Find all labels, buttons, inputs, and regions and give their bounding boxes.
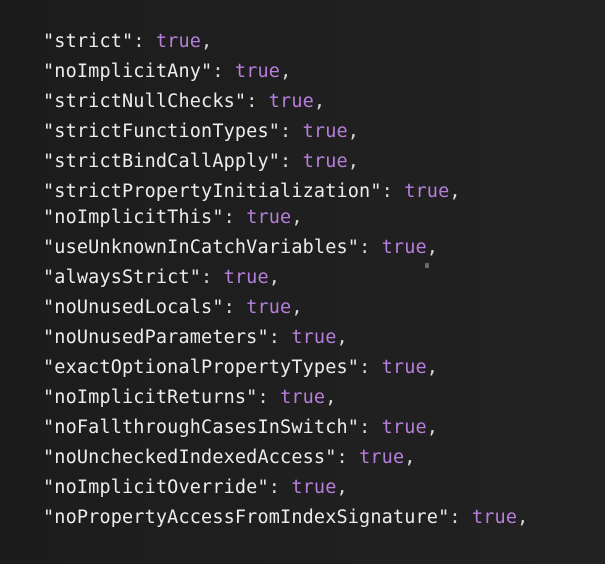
boolean-value: true [404, 181, 450, 202]
boolean-value: true [246, 297, 292, 318]
colon-separator: : [212, 61, 235, 82]
colon-separator: : [359, 357, 382, 378]
json-key: "noUnusedParameters" [43, 327, 269, 348]
boolean-value: true [381, 237, 427, 258]
comma: , [347, 121, 360, 142]
code-line[interactable]: "useUnknownInCatchVariables": true, [43, 233, 528, 263]
comma: , [336, 477, 348, 498]
json-key: "exactOptionalPropertyTypes" [43, 357, 360, 378]
json-key: "noImplicitOverride" [43, 477, 269, 498]
boolean-value: true [268, 91, 314, 112]
comma: , [426, 417, 439, 438]
colon-separator: : [280, 151, 303, 172]
code-line[interactable]: "noUncheckedIndexedAccess": true, [43, 443, 528, 473]
boolean-value: true [291, 327, 337, 348]
code-editor-view[interactable]: "strict": true, "noImplicitAny": true, "st… [0, 0, 605, 564]
comma: , [517, 507, 529, 528]
comma: , [426, 237, 439, 258]
comma: , [201, 31, 213, 52]
boolean-value: true [155, 31, 202, 52]
code-lines: "strict": true, "noImplicitAny": true, "st… [43, 27, 528, 533]
boolean-value: true [234, 61, 281, 82]
json-key: "strictBindCallApply" [43, 151, 281, 172]
comma: , [426, 357, 439, 378]
comma: , [404, 447, 416, 468]
json-key: "noUncheckedIndexedAccess" [43, 447, 337, 468]
boolean-value: true [471, 507, 518, 528]
mouse-cursor-icon [425, 263, 429, 268]
code-line[interactable]: "noImplicitOverride": true, [43, 473, 528, 503]
json-key: "noImplicitThis" [43, 207, 224, 228]
json-key: "noPropertyAccessFromIndexSignature" [43, 507, 450, 528]
comma: , [268, 267, 281, 288]
comma: , [313, 91, 326, 112]
code-line[interactable]: "noImplicitAny": true, [43, 57, 528, 87]
comma: , [336, 327, 348, 348]
colon-separator: : [268, 477, 292, 498]
boolean-value: true [246, 207, 292, 228]
json-key: "strictPropertyInitialization" [43, 181, 382, 202]
code-line[interactable]: "noFallthroughCasesInSwitch": true, [43, 413, 528, 443]
colon-separator: : [336, 447, 360, 468]
colon-separator: : [257, 387, 281, 408]
boolean-value: true [381, 357, 427, 378]
comma: , [325, 387, 337, 408]
colon-separator: : [268, 327, 292, 348]
comma: , [347, 151, 360, 172]
code-line[interactable]: "alwaysStrict": true, [43, 263, 528, 293]
boolean-value: true [302, 121, 348, 142]
code-line[interactable]: "strictFunctionTypes": true, [43, 117, 528, 147]
boolean-value: true [302, 151, 348, 172]
boolean-value: true [359, 447, 405, 468]
boolean-value: true [280, 387, 326, 408]
colon-separator: : [359, 237, 382, 258]
colon-separator: : [449, 507, 472, 528]
colon-separator: : [133, 31, 156, 52]
json-key: "alwaysStrict" [43, 267, 202, 288]
colon-separator: : [381, 181, 405, 202]
code-line[interactable]: "exactOptionalPropertyTypes": true, [43, 353, 528, 383]
json-key: "strict" [43, 31, 134, 52]
code-line[interactable]: "noImplicitReturns": true, [43, 383, 528, 413]
json-key: "noImplicitAny" [43, 61, 213, 82]
json-key: "noImplicitReturns" [43, 387, 258, 408]
json-key: "noFallthroughCasesInSwitch" [43, 417, 360, 438]
colon-separator: : [359, 417, 382, 438]
json-key: "strictFunctionTypes" [43, 121, 281, 142]
code-line[interactable]: "noPropertyAccessFromIndexSignature": tr… [43, 503, 528, 533]
colon-separator: : [201, 267, 224, 288]
code-line[interactable]: "strict": true, [43, 27, 528, 57]
boolean-value: true [223, 267, 269, 288]
json-key: "noUnusedLocals" [43, 297, 224, 318]
comma: , [291, 207, 303, 228]
boolean-value: true [381, 417, 427, 438]
code-line[interactable]: "noImplicitThis": true, [43, 203, 528, 233]
comma: , [291, 297, 303, 318]
colon-separator: : [280, 121, 303, 142]
comma: , [280, 61, 292, 82]
code-line[interactable]: "noUnusedParameters": true, [43, 323, 528, 353]
code-line[interactable]: "noUnusedLocals": true, [43, 293, 528, 323]
colon-separator: : [223, 207, 247, 228]
json-key: "useUnknownInCatchVariables" [43, 237, 360, 258]
json-key: "strictNullChecks" [43, 91, 247, 112]
colon-separator: : [246, 91, 269, 112]
code-line[interactable]: "strictBindCallApply": true, [43, 147, 528, 177]
colon-separator: : [223, 297, 247, 318]
code-line[interactable]: "strictNullChecks": true, [43, 87, 528, 117]
comma: , [449, 181, 461, 202]
boolean-value: true [291, 477, 337, 498]
